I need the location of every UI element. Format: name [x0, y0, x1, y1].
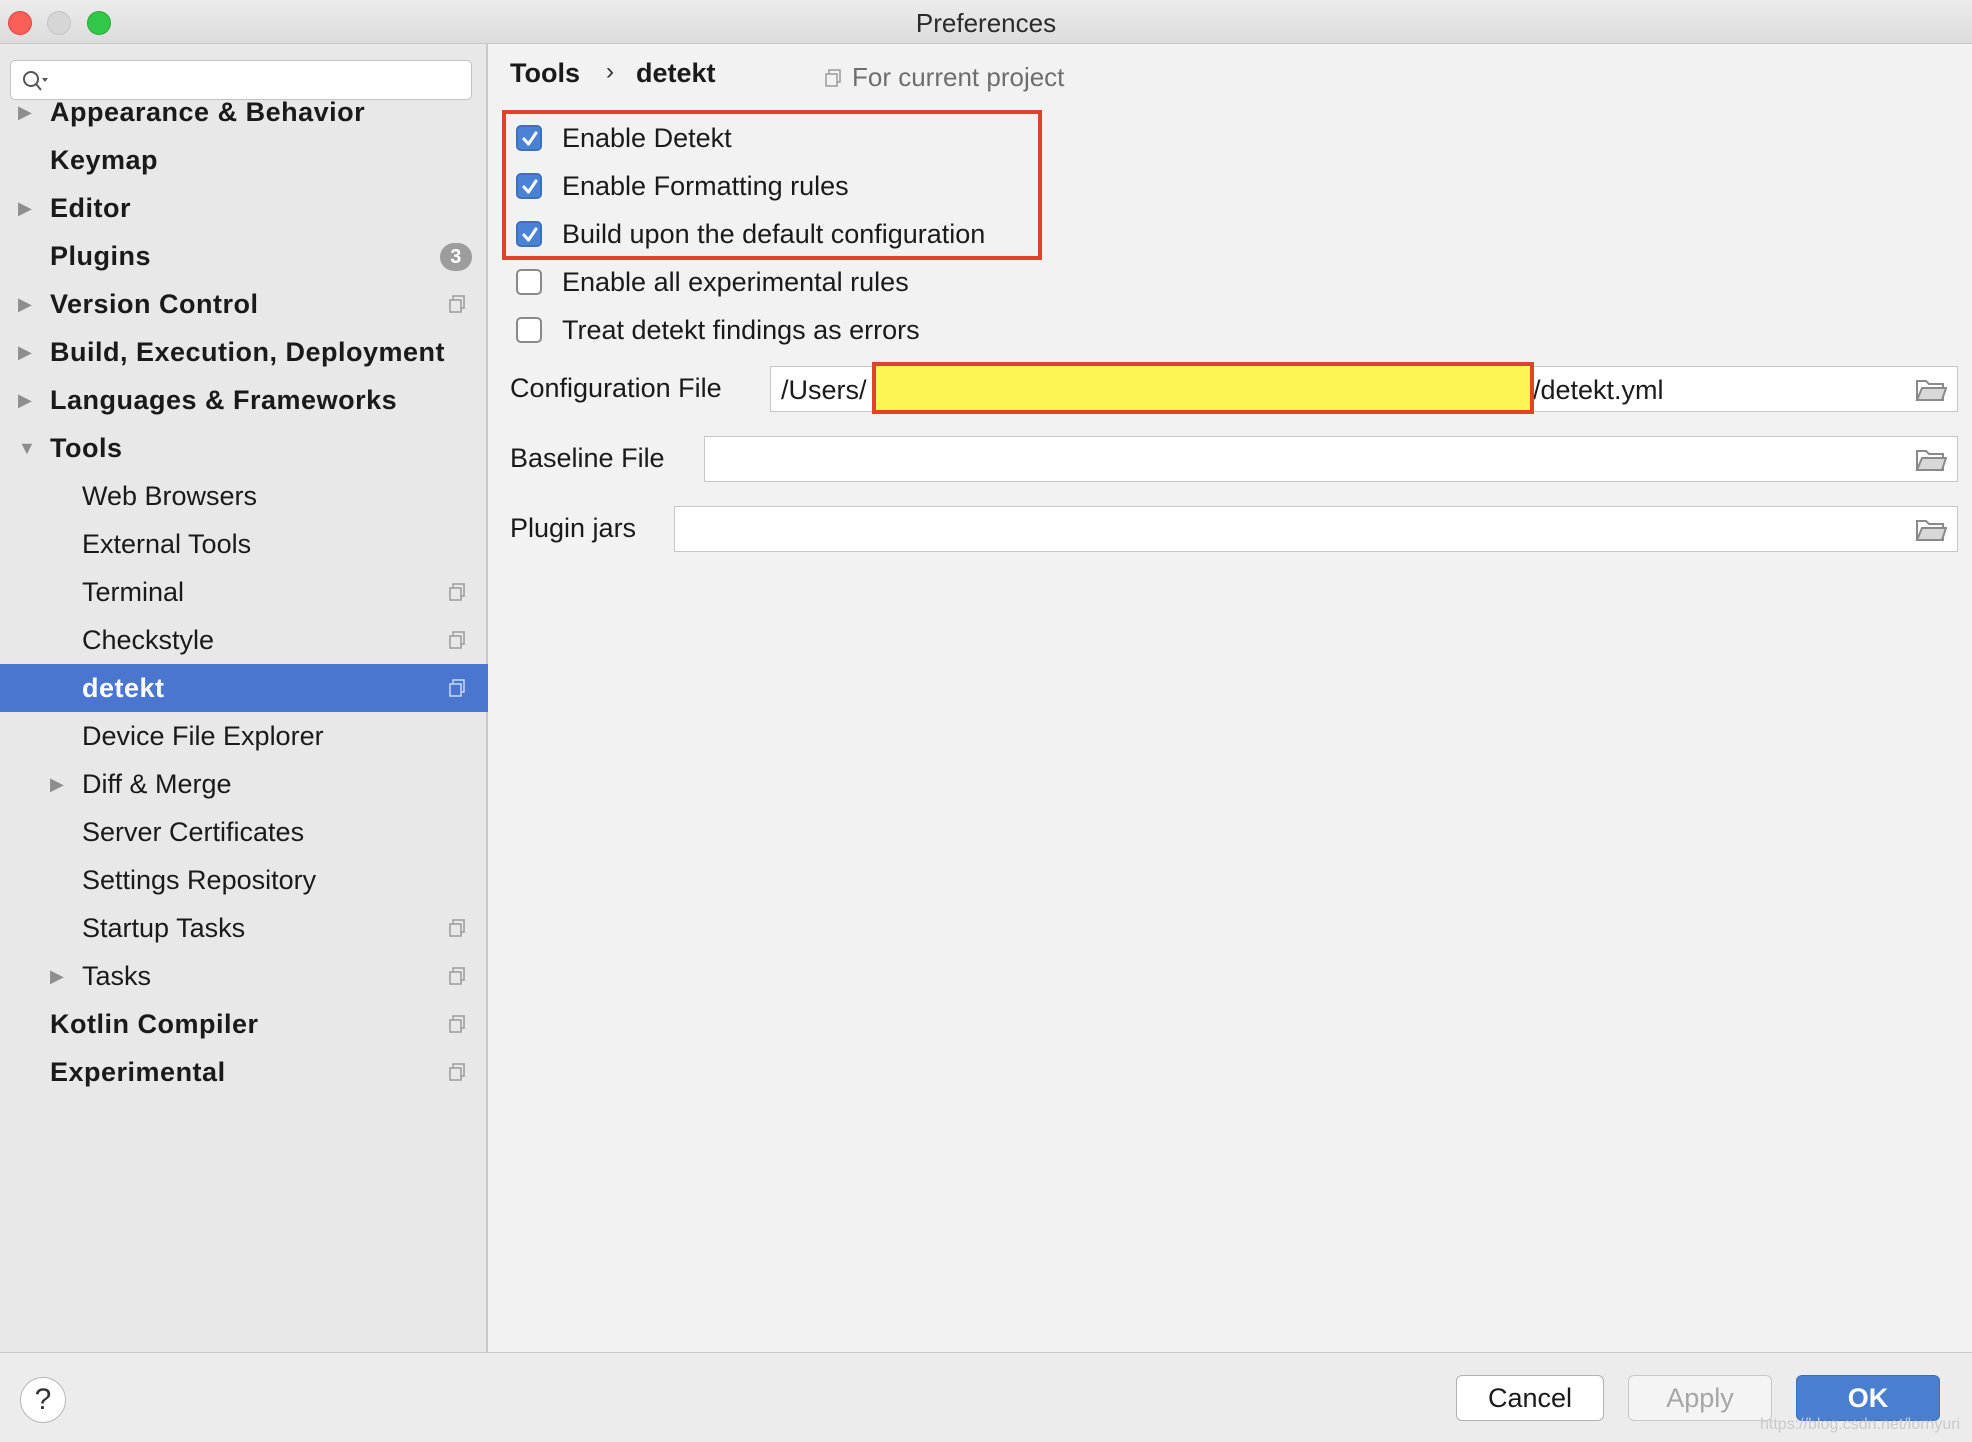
checkbox-checked-icon[interactable] — [516, 125, 542, 151]
project-scope-icon — [449, 679, 465, 697]
sidebar-item-diff-merge[interactable]: ▶ Diff & Merge — [0, 760, 488, 808]
ok-button[interactable]: OK — [1796, 1375, 1940, 1421]
settings-sidebar: ▶ Appearance & Behavior Keymap ▶ Editor … — [0, 44, 488, 1352]
project-scope-icon — [449, 967, 465, 985]
checkbox-unchecked-icon[interactable] — [516, 269, 542, 295]
sidebar-item-label: Tasks — [82, 961, 152, 991]
sidebar-item-label: Plugins — [50, 241, 152, 271]
sidebar-item-editor[interactable]: ▶ Editor — [0, 184, 488, 232]
sidebar-item-plugins[interactable]: Plugins 3 — [0, 232, 488, 280]
project-scope-icon — [449, 631, 465, 649]
sidebar-item-appearance-behavior[interactable]: ▶ Appearance & Behavior — [0, 88, 488, 136]
sidebar-item-label: detekt — [82, 673, 165, 703]
apply-button[interactable]: Apply — [1628, 1375, 1772, 1421]
checkbox-checked-icon[interactable] — [516, 173, 542, 199]
sidebar-item-checkstyle[interactable]: Checkstyle — [0, 616, 488, 664]
sidebar-item-label: Server Certificates — [82, 817, 305, 847]
watermark: https://blog.csdn.net/lornyuri — [1760, 1416, 1961, 1433]
sidebar-item-terminal[interactable]: Terminal — [0, 568, 488, 616]
sidebar-item-label: Terminal — [82, 577, 185, 607]
breadcrumb-separator: › — [606, 58, 614, 85]
expand-arrow-icon[interactable]: ▶ — [50, 952, 70, 1000]
sidebar-item-label: Checkstyle — [82, 625, 215, 655]
project-scope-icon — [449, 1063, 465, 1081]
checkbox-checked-icon[interactable] — [516, 221, 542, 247]
expand-arrow-icon[interactable]: ▶ — [18, 376, 38, 424]
sidebar-item-version-control[interactable]: ▶ Version Control — [0, 280, 488, 328]
folder-icon[interactable] — [1915, 377, 1947, 403]
sidebar-item-server-certificates[interactable]: Server Certificates — [0, 808, 488, 856]
preferences-window: Preferences ▶ Appearance & Behavior Keym… — [0, 0, 1972, 1442]
checkbox-label: Enable Formatting rules — [562, 171, 849, 201]
checkbox-label: Build upon the default configuration — [562, 219, 986, 249]
config-path-prefix: /Users/ — [781, 375, 867, 405]
sidebar-item-label: Editor — [50, 193, 131, 223]
expand-arrow-icon[interactable]: ▶ — [18, 328, 38, 376]
folder-icon[interactable] — [1915, 517, 1947, 543]
sidebar-item-label: Experimental — [50, 1057, 226, 1087]
sidebar-item-label: Device File Explorer — [82, 721, 324, 751]
detekt-settings-panel: Tools › detekt For current project Enabl… — [490, 44, 1972, 1352]
sidebar-item-experimental[interactable]: Experimental — [0, 1048, 488, 1096]
plugins-update-badge: 3 — [440, 243, 472, 271]
sidebar-item-label: Settings Repository — [82, 865, 317, 895]
configuration-file-label: Configuration File — [510, 373, 722, 403]
sidebar-item-detekt[interactable]: detekt — [0, 664, 488, 712]
project-scope-icon — [449, 919, 465, 937]
baseline-file-label: Baseline File — [510, 443, 665, 473]
sidebar-item-build-execution-deployment[interactable]: ▶ Build, Execution, Deployment — [0, 328, 488, 376]
expand-arrow-icon[interactable]: ▶ — [50, 760, 70, 808]
breadcrumb-current: detekt — [636, 58, 716, 88]
sidebar-item-label: Tools — [50, 433, 123, 463]
sidebar-item-settings-repository[interactable]: Settings Repository — [0, 856, 488, 904]
checkbox-label: Enable all experimental rules — [562, 267, 909, 297]
sidebar-item-label: Appearance & Behavior — [50, 97, 366, 127]
project-scope-icon — [449, 1015, 465, 1033]
sidebar-item-web-browsers[interactable]: Web Browsers — [0, 472, 488, 520]
sidebar-item-keymap[interactable]: Keymap — [0, 136, 488, 184]
config-path-suffix: /detekt.yml — [1533, 375, 1664, 405]
plugin-jars-input[interactable] — [674, 506, 1958, 552]
cancel-button[interactable]: Cancel — [1456, 1375, 1604, 1421]
checkbox-label: Treat detekt findings as errors — [562, 315, 920, 345]
expand-arrow-icon[interactable]: ▶ — [18, 88, 38, 136]
sidebar-item-label: Diff & Merge — [82, 769, 232, 799]
project-scope-icon — [449, 583, 465, 601]
redacted-path-overlay — [872, 362, 1534, 414]
project-scope-icon — [449, 295, 465, 313]
help-icon: ? — [34, 1383, 52, 1416]
plugin-jars-label: Plugin jars — [510, 513, 637, 543]
sidebar-item-label: Startup Tasks — [82, 913, 246, 943]
breadcrumb-parent[interactable]: Tools — [510, 58, 580, 89]
help-button[interactable]: ? — [20, 1377, 66, 1423]
sidebar-item-tools[interactable]: ▼ Tools — [0, 424, 488, 472]
collapse-arrow-icon[interactable]: ▼ — [18, 424, 38, 472]
sidebar-item-languages-frameworks[interactable]: ▶ Languages & Frameworks — [0, 376, 488, 424]
expand-arrow-icon[interactable]: ▶ — [18, 280, 38, 328]
sidebar-item-label: Build, Execution, Deployment — [50, 337, 446, 367]
checkbox-label: Enable Detekt — [562, 123, 732, 153]
sidebar-item-label: Languages & Frameworks — [50, 385, 398, 415]
baseline-file-input[interactable] — [704, 436, 1958, 482]
sidebar-item-startup-tasks[interactable]: Startup Tasks — [0, 904, 488, 952]
sidebar-item-label: External Tools — [82, 529, 252, 559]
sidebar-item-label: Version Control — [50, 289, 259, 319]
checkbox-unchecked-icon[interactable] — [516, 317, 542, 343]
folder-icon[interactable] — [1915, 447, 1947, 473]
title-bar: Preferences — [0, 0, 1972, 44]
expand-arrow-icon[interactable]: ▶ — [18, 184, 38, 232]
sidebar-item-tasks[interactable]: ▶ Tasks — [0, 952, 488, 1000]
scope-label: For current project — [852, 62, 1065, 92]
sidebar-item-label: Kotlin Compiler — [50, 1009, 259, 1039]
sidebar-item-device-file-explorer[interactable]: Device File Explorer — [0, 712, 488, 760]
sidebar-item-label: Keymap — [50, 145, 159, 175]
project-scope-icon — [825, 69, 841, 87]
dialog-button-bar: ? Cancel Apply OK — [0, 1352, 1972, 1442]
sidebar-item-kotlin-compiler[interactable]: Kotlin Compiler — [0, 1000, 488, 1048]
sidebar-item-external-tools[interactable]: External Tools — [0, 520, 488, 568]
sidebar-item-label: Web Browsers — [82, 481, 258, 511]
window-title: Preferences — [915, 8, 1057, 38]
